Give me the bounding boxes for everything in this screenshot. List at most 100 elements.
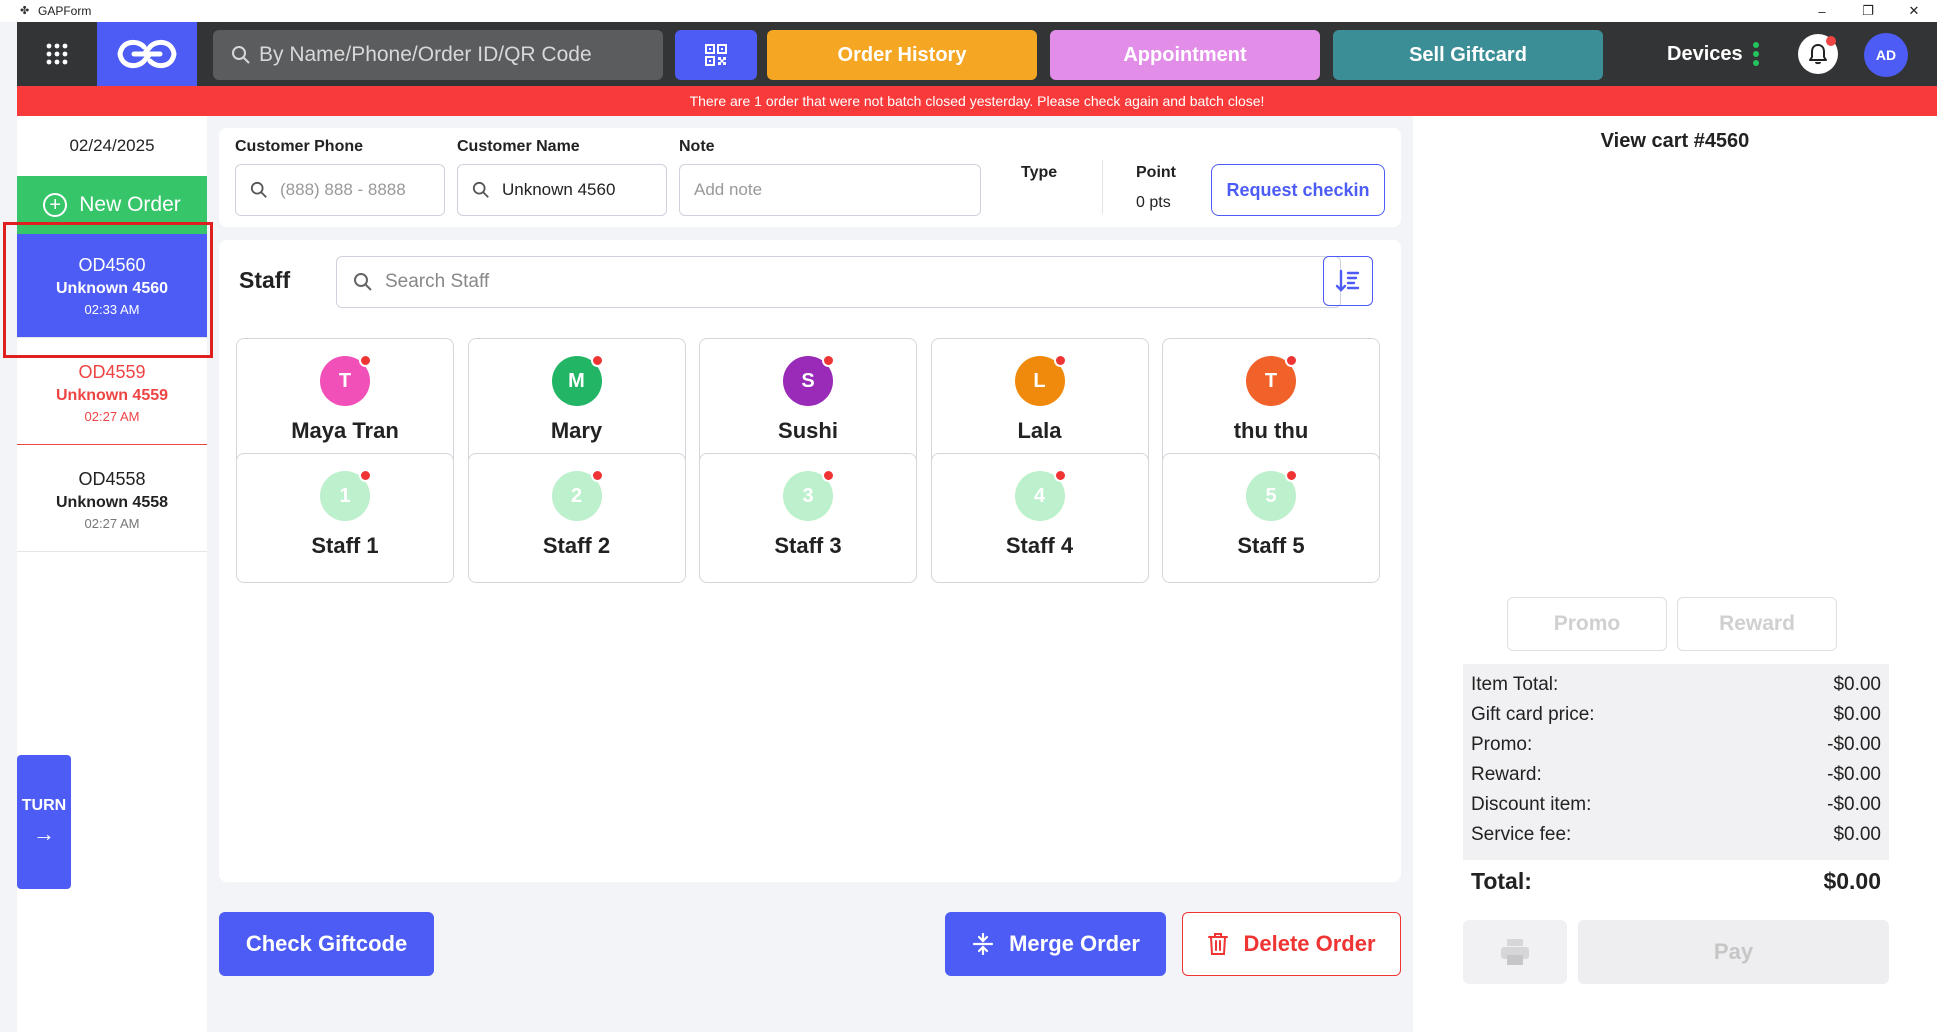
staff-search-input[interactable]: Search Staff [336,256,1341,308]
staff-card[interactable]: 5 Staff 5 [1162,453,1380,583]
staff-initial: 3 [802,484,814,507]
plus-circle-icon: + [43,193,68,217]
staff-name: Lala [1017,418,1062,443]
search-icon [472,181,489,198]
arrow-right-icon: → [33,821,55,846]
divider [1102,160,1103,214]
new-order-button[interactable]: + New Order [17,176,207,234]
top-navigation: By Name/Phone/Order ID/QR Code Order His… [17,22,1937,86]
cart-panel: View cart #4560 Promo Reward Item Total:… [1413,116,1937,1032]
staff-initial: T [338,369,352,392]
cart-title: View cart #4560 [1600,130,1750,152]
summary-value: -$0.00 [1827,794,1881,815]
summary-label: Promo: [1471,734,1533,755]
summary-value: -$0.00 [1827,734,1881,755]
staff-card[interactable]: 2 Staff 2 [467,453,686,583]
staff-card[interactable]: 3 Staff 3 [699,453,917,583]
batch-close-alert: There are 1 order that were not batch cl… [17,86,1937,116]
staff-card[interactable]: Tthu thu [1162,338,1380,468]
note-label: Note [679,138,715,155]
staff-search-placeholder: Search Staff [385,271,490,292]
summary-row: Reward: -$0.00 [1471,760,1881,790]
customer-name-value: Unknown 4560 [502,180,616,199]
sell-giftcard-button[interactable]: Sell Giftcard [1333,30,1603,80]
point-value: 0 pts [1136,194,1171,211]
staff-name: Staff 5 [1237,533,1305,558]
staff-name: Sushi [778,418,838,443]
staff-status-dot [359,354,372,367]
qr-code-icon [705,44,727,66]
order-list-item[interactable]: OD4559 Unknown 4559 02:27 AM [17,341,207,445]
staff-initial: M [568,369,585,392]
staff-status-dot [590,469,604,482]
customer-name-label: Customer Name [457,138,580,155]
pay-button[interactable]: Pay [1578,920,1889,984]
order-id: OD4558 [78,468,146,489]
qr-scan-button[interactable] [675,30,757,80]
staff-status-dot [1053,354,1067,367]
devices-button[interactable]: Devices [1667,22,1759,86]
staff-status-dot [359,469,372,482]
summary-row: Service fee: $0.00 [1471,820,1881,850]
maximize-icon[interactable]: ❐ [1845,0,1891,22]
note-input[interactable]: Add note [679,164,981,216]
staff-name: Maya Tran [291,418,399,443]
current-date: 02/24/2025 [69,136,155,155]
staff-initial: T [1264,369,1278,392]
order-history-button[interactable]: Order History [767,30,1037,80]
grid-icon [46,43,68,65]
print-button[interactable] [1463,920,1567,984]
order-time: 02:27 AM [84,408,140,424]
staff-status-dot [822,469,835,482]
order-list-item[interactable]: OD4558 Unknown 4558 02:27 AM [17,448,207,552]
appointment-button[interactable]: Appointment [1050,30,1320,80]
staff-initial: L [1033,369,1046,392]
summary-value: $0.00 [1833,674,1881,695]
staff-card[interactable]: L Lala [930,338,1149,468]
window-controls: – ❐ ✕ [1799,0,1937,22]
summary-row: Promo: -$0.00 [1471,730,1881,760]
staff-status-dot [590,354,604,367]
minimize-icon[interactable]: – [1799,0,1845,22]
order-time: 02:27 AM [84,515,140,531]
order-list-item[interactable]: OD4560 Unknown 4560 02:33 AM [17,234,207,338]
close-icon[interactable]: ✕ [1891,0,1937,22]
order-search-input[interactable]: By Name/Phone/Order ID/QR Code [213,30,663,80]
point-label: Point [1136,164,1176,181]
request-checkin-button[interactable]: Request checkin [1211,164,1385,216]
merge-icon [972,932,994,956]
delete-order-label: Delete Order [1243,931,1376,956]
staff-avatar: M [551,354,604,406]
staff-card[interactable]: M Mary [467,338,686,468]
staff-status-dot [822,354,835,367]
staff-status-dot [1285,354,1298,367]
check-giftcode-button[interactable]: Check Giftcode [219,912,434,976]
customer-phone-label: Customer Phone [235,138,364,155]
customer-name-input[interactable]: Unknown 4560 [457,164,667,216]
staff-card[interactable]: S Sushi [699,338,917,468]
search-icon [232,46,250,64]
window-titlebar: ✤ GAPForm – ❐ ✕ [0,0,1937,22]
turn-button[interactable]: TURN → [17,755,71,889]
notifications-button[interactable] [1798,34,1838,74]
staff-card[interactable]: 4 Staff 4 [930,453,1149,583]
staff-avatar: 4 [1014,469,1067,521]
note-placeholder: Add note [694,180,763,199]
summary-label: Item Total: [1471,674,1559,695]
merge-order-button[interactable]: Merge Order [945,912,1166,976]
staff-card[interactable]: 1 Staff 1 [236,453,454,583]
summary-value: -$0.00 [1827,764,1881,785]
staff-card[interactable]: T Maya Tran [236,338,454,468]
summary-row: Item Total: $0.00 [1471,670,1881,700]
reward-button[interactable]: Reward [1677,597,1837,651]
window-title: GAPForm [38,4,92,18]
customer-phone-input[interactable]: (888) 888 - 8888 [235,164,445,216]
sort-button[interactable] [1323,256,1373,306]
apps-menu-button[interactable] [17,22,97,86]
delete-order-button[interactable]: Delete Order [1182,912,1401,976]
staff-initial: 5 [1265,484,1277,507]
app-logo[interactable] [97,22,197,86]
promo-button[interactable]: Promo [1507,597,1667,651]
merge-order-label: Merge Order [1009,931,1140,956]
user-avatar[interactable]: AD [1864,33,1908,77]
